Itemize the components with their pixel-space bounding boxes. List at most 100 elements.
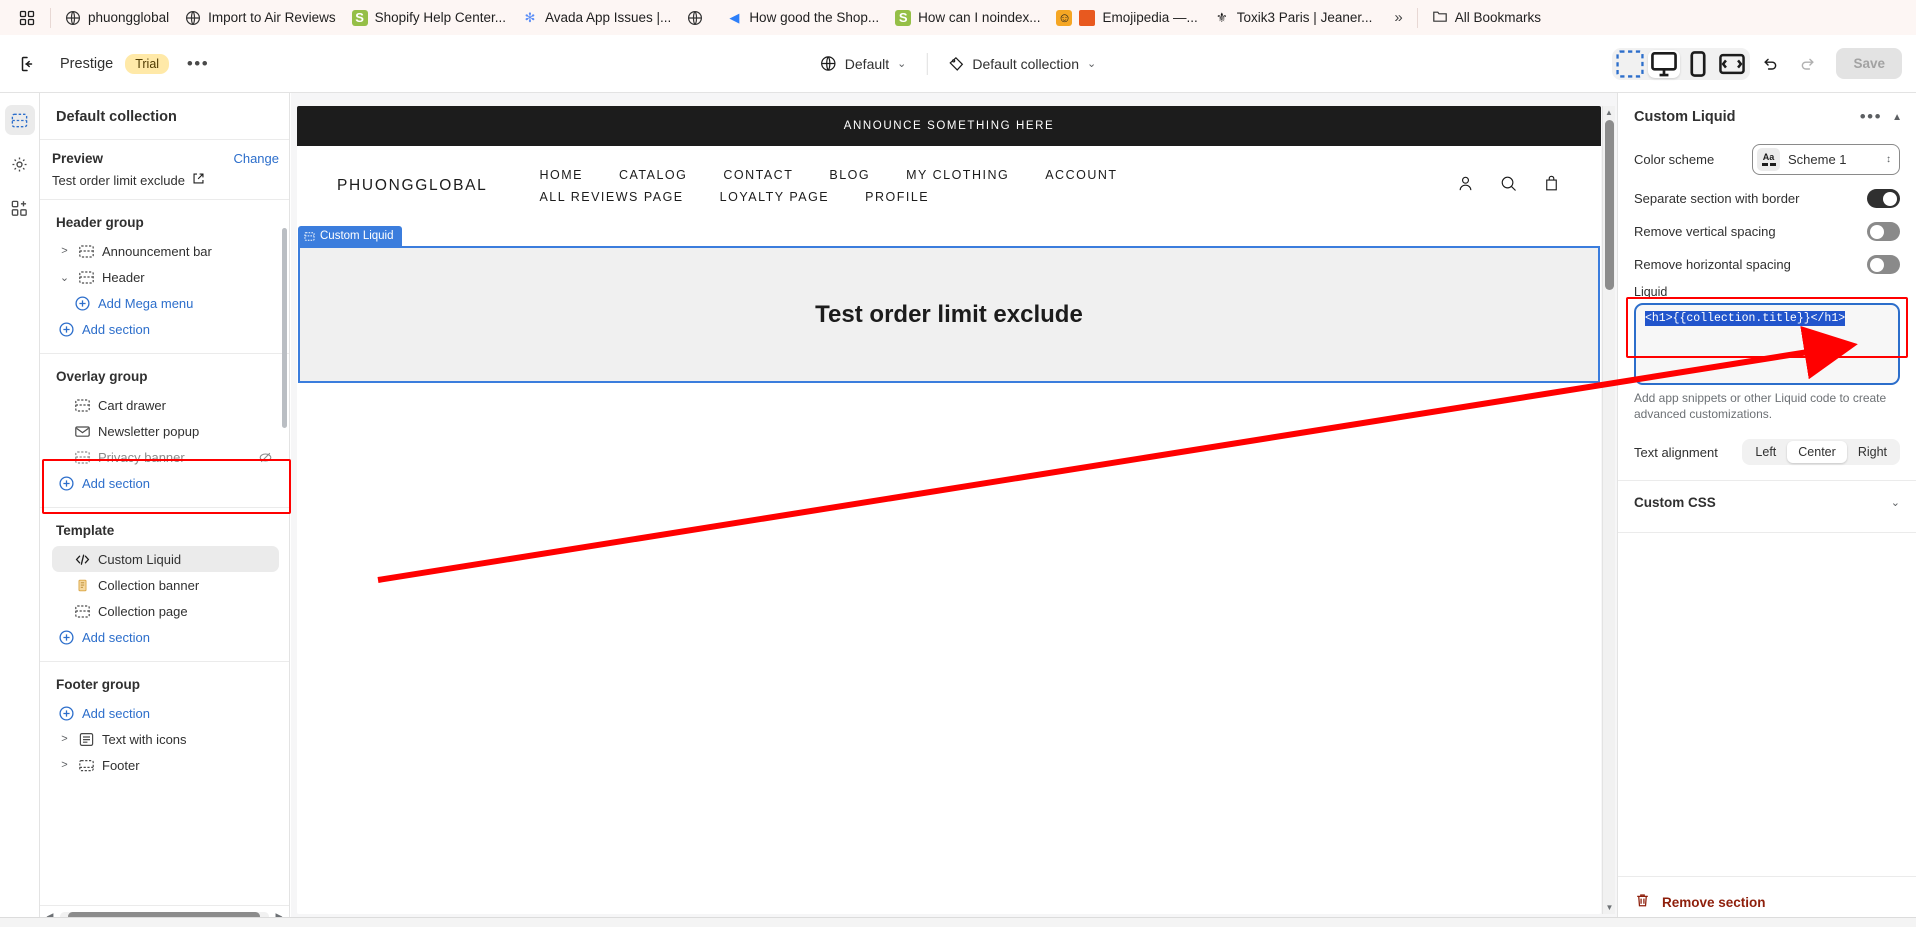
custom-css-accordion[interactable]: Custom CSS ⌄ <box>1618 481 1916 524</box>
section-item-custom-liquid[interactable]: Custom Liquid <box>52 546 279 572</box>
store-logo[interactable]: PHUONGGLOBAL <box>337 177 487 195</box>
desktop-view-button[interactable] <box>1648 49 1681 78</box>
add-mega-menu-button[interactable]: Add Mega menu <box>52 290 279 316</box>
section-icon <box>74 603 91 620</box>
section-item-cart-drawer[interactable]: Cart drawer <box>52 392 279 418</box>
section-item-text-with-icons[interactable]: > Text with icons <box>52 726 279 752</box>
nav-link-loyalty-page[interactable]: LOYALTY PAGE <box>720 190 829 204</box>
align-center-button[interactable]: Center <box>1787 441 1847 464</box>
add-section-overlay-group-button[interactable]: Add section <box>52 470 279 496</box>
redo-button[interactable] <box>1791 49 1824 79</box>
liquid-textarea[interactable]: <h1>{{collection.title}}</h1> <box>1634 303 1900 385</box>
section-item-header[interactable]: ⌄ Header <box>52 264 279 290</box>
remove-vertical-spacing-toggle[interactable] <box>1867 222 1900 241</box>
add-section-template-group-button[interactable]: Add section <box>52 624 279 650</box>
settings-more-menu-button[interactable]: ••• <box>1860 107 1882 127</box>
mobile-view-button[interactable] <box>1682 50 1714 78</box>
section-group-overlay: Overlay group Cart drawer Newsletter pop… <box>40 354 289 508</box>
preview-scroll-up-arrow[interactable]: ▲ <box>1603 106 1615 119</box>
color-scheme-select[interactable]: Aa Scheme 1 ↕ <box>1752 144 1900 175</box>
apps-grid-icon[interactable] <box>10 5 44 31</box>
bookmark-item-phuongglobal[interactable]: phuongglobal <box>57 6 177 30</box>
chevron-right-icon[interactable]: > <box>58 759 71 771</box>
section-icon <box>74 449 91 466</box>
editor-top-bar: Prestige Trial ••• Default ⌄ Default col… <box>0 35 1916 93</box>
remove-horizontal-spacing-toggle[interactable] <box>1867 255 1900 274</box>
bookmark-label: phuongglobal <box>88 10 170 25</box>
nav-link-my-clothing[interactable]: MY CLOTHING <box>906 168 1009 182</box>
add-section-header-group-button[interactable]: Add section <box>52 316 279 342</box>
undo-button[interactable] <box>1754 49 1787 79</box>
bookmark-divider <box>1416 7 1418 28</box>
add-section-footer-group-button[interactable]: Add section <box>52 700 279 726</box>
nav-row-secondary: ALL REVIEWS PAGE LOYALTY PAGE PROFILE <box>539 190 1117 204</box>
template-selector[interactable]: Default collection ⌄ <box>937 49 1106 78</box>
exit-icon[interactable] <box>12 47 46 81</box>
collapse-panel-icon[interactable]: ▲ <box>1892 112 1902 123</box>
section-item-announcement-bar[interactable]: > Announcement bar <box>52 238 279 264</box>
align-right-button[interactable]: Right <box>1847 441 1898 463</box>
bookmark-item-import-air-reviews[interactable]: Import to Air Reviews <box>177 6 344 30</box>
nav-link-contact[interactable]: CONTACT <box>723 168 793 182</box>
all-bookmarks-label: All Bookmarks <box>1454 10 1541 25</box>
change-preview-link[interactable]: Change <box>233 151 279 166</box>
inspector-mode-button[interactable] <box>1614 49 1646 78</box>
redo-icon <box>1802 58 1815 70</box>
bookmark-item-how-can-i-noindex[interactable]: S How can I noindex... <box>887 6 1048 30</box>
account-icon[interactable] <box>1456 174 1475 198</box>
section-item-label: Cart drawer <box>98 397 166 413</box>
search-icon[interactable] <box>1499 174 1518 198</box>
bookmarks-overflow-button[interactable]: » <box>1386 7 1410 28</box>
section-item-footer[interactable]: > Footer <box>52 752 279 778</box>
chevron-down-icon: ⌄ <box>1890 497 1900 510</box>
nav-link-catalog[interactable]: CATALOG <box>619 168 687 182</box>
external-link-icon[interactable] <box>192 172 205 188</box>
custom-css-label: Custom CSS <box>1634 495 1716 511</box>
theme-name[interactable]: Prestige <box>60 56 113 72</box>
template-selector-label: Default collection <box>972 55 1079 72</box>
storefront-header-icons <box>1456 174 1561 198</box>
custom-liquid-section[interactable]: Custom Liquid Test order limit exclude <box>298 226 1600 383</box>
eye-off-icon[interactable] <box>258 450 273 465</box>
cart-icon[interactable] <box>1542 174 1561 198</box>
banner-icon <box>74 577 91 594</box>
save-button[interactable]: Save <box>1836 48 1902 79</box>
bookmark-item-toxik3-paris[interactable]: ⚜ Toxik3 Paris | Jeaner... <box>1206 6 1381 30</box>
sidebar-item-apps[interactable] <box>5 193 35 223</box>
all-bookmarks-button[interactable]: All Bookmarks <box>1424 4 1549 31</box>
bookmark-item-how-good-the-shop[interactable]: ◀ How good the Shop... <box>718 6 887 30</box>
sections-vertical-scrollbar[interactable] <box>282 228 287 428</box>
settings-panel: Custom Liquid ••• ▲ Color scheme Aa Sche… <box>1617 93 1916 927</box>
preview-vertical-scrollbar[interactable]: ▲ ▼ <box>1602 106 1615 914</box>
bookmark-item-shopify-help-center[interactable]: S Shopify Help Center... <box>344 6 514 30</box>
bookmark-item-globe-only[interactable] <box>679 6 718 30</box>
nav-link-blog[interactable]: BLOG <box>829 168 870 182</box>
chevron-down-icon[interactable]: ⌄ <box>58 271 71 284</box>
section-item-collection-banner[interactable]: Collection banner <box>52 572 279 598</box>
preview-scroll-thumb[interactable] <box>1605 120 1614 290</box>
section-item-newsletter-popup[interactable]: Newsletter popup <box>52 418 279 444</box>
liquid-code-value: <h1>{{collection.title}}</h1> <box>1645 311 1846 326</box>
bookmark-item-avada-app-issues[interactable]: ✻ Avada App Issues |... <box>514 6 679 30</box>
nav-link-all-reviews-page[interactable]: ALL REVIEWS PAGE <box>539 190 683 204</box>
chevron-right-icon[interactable]: > <box>58 733 71 745</box>
section-item-collection-page[interactable]: Collection page <box>52 598 279 624</box>
section-item-label: Header <box>102 269 145 285</box>
separate-border-toggle[interactable] <box>1867 189 1900 208</box>
theme-more-menu-button[interactable]: ••• <box>183 49 213 79</box>
storefront-preview[interactable]: ANNOUNCE SOMETHING HERE PHUONGGLOBAL HOM… <box>297 106 1601 914</box>
sidebar-item-settings[interactable] <box>5 149 35 179</box>
nav-link-profile[interactable]: PROFILE <box>865 190 929 204</box>
page-selector[interactable]: Default ⌄ <box>810 49 917 78</box>
chevron-right-icon[interactable]: > <box>58 245 71 257</box>
bookmark-item-emojipedia[interactable]: ☺ Emojipedia —... <box>1048 6 1205 30</box>
nav-link-account[interactable]: ACCOUNT <box>1045 168 1117 182</box>
fullwidth-view-button[interactable] <box>1716 50 1748 78</box>
preview-scroll-down-arrow[interactable]: ▼ <box>1603 901 1616 914</box>
preview-block: Preview Change Test order limit exclude <box>40 140 289 200</box>
section-item-privacy-banner[interactable]: Privacy banner <box>52 444 279 470</box>
sidebar-item-sections[interactable] <box>4 105 35 135</box>
nav-link-home[interactable]: HOME <box>539 168 583 182</box>
align-left-button[interactable]: Left <box>1744 441 1787 463</box>
text-alignment-label: Text alignment <box>1634 444 1718 460</box>
